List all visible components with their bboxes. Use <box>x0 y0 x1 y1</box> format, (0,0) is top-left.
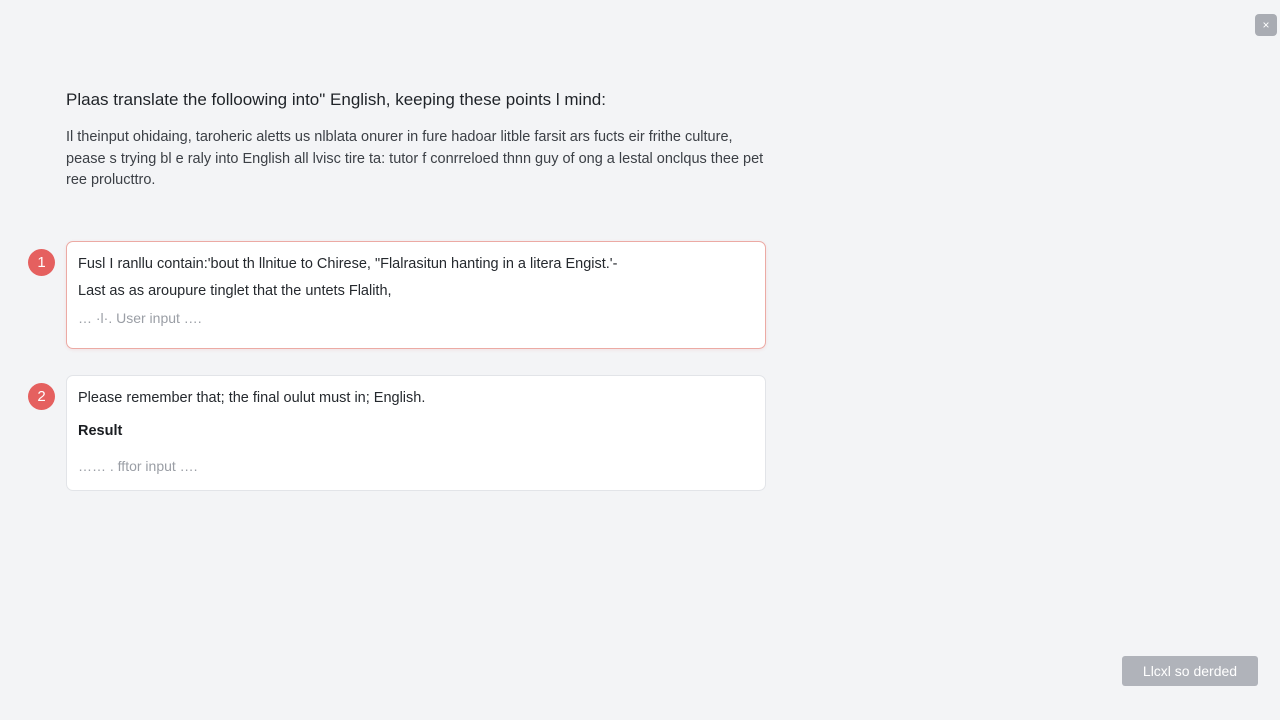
step-1-line-2: Last as as aroupure tinglet that the unt… <box>78 283 392 299</box>
translation-dialog: × Plaas translate the folloowing into" E… <box>0 0 1280 720</box>
step-card-1[interactable]: Fusl I ranllu contain:'bout th llnitue t… <box>66 241 766 349</box>
step-1-line-1: Fusl I ranllu contain:'bout th llnitue t… <box>78 256 618 272</box>
instructions-body: Il theinput ohidaing, taroheric aletts u… <box>66 129 764 188</box>
step-badge-2: 2 <box>28 383 55 410</box>
result-label: Result <box>78 423 123 439</box>
result-input-placeholder[interactable]: …… . fftor input …. <box>78 458 754 474</box>
submit-button[interactable]: Llcxl so derded <box>1122 656 1258 686</box>
close-button[interactable]: × <box>1255 14 1277 36</box>
step-card-2[interactable]: Please remember that; the final oulut mu… <box>66 375 766 491</box>
user-input-placeholder[interactable]: … ·l·. User input …. <box>78 310 754 326</box>
instructions-heading: Plaas translate the folloowing into" Eng… <box>66 90 606 109</box>
close-icon: × <box>1262 18 1270 32</box>
step-badge-1: 1 <box>28 249 55 276</box>
step-2-line-1: Please remember that; the final oulut mu… <box>78 390 426 406</box>
